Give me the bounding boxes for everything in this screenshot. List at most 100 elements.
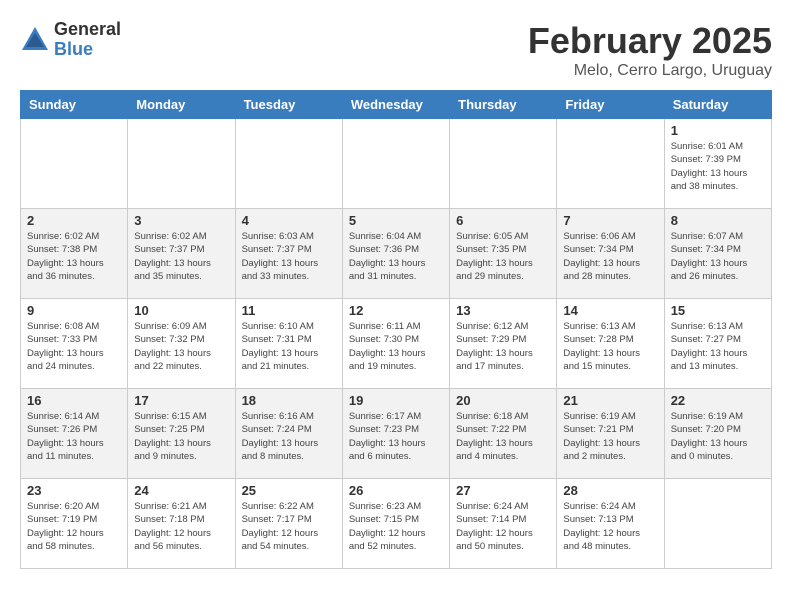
calendar-header-monday: Monday	[128, 91, 235, 119]
day-info: Sunrise: 6:11 AMSunset: 7:30 PMDaylight:…	[349, 320, 443, 373]
day-number: 12	[349, 303, 443, 318]
calendar-cell: 12 Sunrise: 6:11 AMSunset: 7:30 PMDayligh…	[342, 299, 449, 389]
calendar-week-row-2: 2Sunrise: 6:02 AMSunset: 7:38 PMDaylight…	[21, 209, 772, 299]
location-subtitle: Melo, Cerro Largo, Uruguay	[528, 62, 772, 80]
day-info: Sunrise: 6:13 AMSunset: 7:28 PMDaylight:…	[563, 320, 657, 373]
calendar-header-sunday: Sunday	[21, 91, 128, 119]
calendar-cell: 26 Sunrise: 6:23 AMSunset: 7:15 PMDayligh…	[342, 479, 449, 569]
calendar-week-row-1: 1 Sunrise: 6:01 AMSunset: 7:39 PMDaylight…	[21, 119, 772, 209]
month-title: February 2025	[528, 20, 772, 62]
logo-text: General Blue	[54, 20, 121, 60]
calendar-week-row-3: 9 Sunrise: 6:08 AMSunset: 7:33 PMDaylight…	[21, 299, 772, 389]
day-info: Sunrise: 6:21 AMSunset: 7:18 PMDaylight:…	[134, 500, 228, 553]
day-number: 1	[671, 123, 765, 138]
calendar-cell	[235, 119, 342, 209]
day-info: Sunrise: 6:18 AMSunset: 7:22 PMDaylight:…	[456, 410, 550, 463]
day-info: Sunrise: 6:01 AMSunset: 7:39 PMDaylight:…	[671, 140, 765, 193]
calendar-cell: 15 Sunrise: 6:13 AMSunset: 7:27 PMDayligh…	[664, 299, 771, 389]
calendar-cell: 14 Sunrise: 6:13 AMSunset: 7:28 PMDayligh…	[557, 299, 664, 389]
calendar-cell	[342, 119, 449, 209]
day-number: 22	[671, 393, 765, 408]
day-info: Sunrise: 6:08 AMSunset: 7:33 PMDaylight:…	[27, 320, 121, 373]
calendar-cell	[664, 479, 771, 569]
day-number: 27	[456, 483, 550, 498]
calendar-cell: 27 Sunrise: 6:24 AMSunset: 7:14 PMDayligh…	[450, 479, 557, 569]
day-info: Sunrise: 6:10 AMSunset: 7:31 PMDaylight:…	[242, 320, 336, 373]
logo-icon	[20, 25, 50, 55]
calendar-cell: 13 Sunrise: 6:12 AMSunset: 7:29 PMDayligh…	[450, 299, 557, 389]
calendar-cell	[450, 119, 557, 209]
calendar-cell: 21 Sunrise: 6:19 AMSunset: 7:21 PMDayligh…	[557, 389, 664, 479]
calendar-cell: 6 Sunrise: 6:05 AMSunset: 7:35 PMDaylight…	[450, 209, 557, 299]
calendar-cell: 16 Sunrise: 6:14 AMSunset: 7:26 PMDayligh…	[21, 389, 128, 479]
day-number: 11	[242, 303, 336, 318]
day-info: Sunrise: 6:16 AMSunset: 7:24 PMDaylight:…	[242, 410, 336, 463]
day-number: 9	[27, 303, 121, 318]
day-info: Sunrise: 6:19 AMSunset: 7:21 PMDaylight:…	[563, 410, 657, 463]
calendar-header-row: SundayMondayTuesdayWednesdayThursdayFrid…	[21, 91, 772, 119]
calendar-cell: 19 Sunrise: 6:17 AMSunset: 7:23 PMDayligh…	[342, 389, 449, 479]
day-info: Sunrise: 6:19 AMSunset: 7:20 PMDaylight:…	[671, 410, 765, 463]
calendar-header-wednesday: Wednesday	[342, 91, 449, 119]
calendar-cell: 11 Sunrise: 6:10 AMSunset: 7:31 PMDayligh…	[235, 299, 342, 389]
day-info: Sunrise: 6:13 AMSunset: 7:27 PMDaylight:…	[671, 320, 765, 373]
day-info: Sunrise: 6:06 AMSunset: 7:34 PMDaylight:…	[563, 230, 657, 283]
calendar-header-tuesday: Tuesday	[235, 91, 342, 119]
day-number: 16	[27, 393, 121, 408]
calendar-cell: 23 Sunrise: 6:20 AMSunset: 7:19 PMDayligh…	[21, 479, 128, 569]
day-number: 7	[563, 213, 657, 228]
day-info: Sunrise: 6:15 AMSunset: 7:25 PMDaylight:…	[134, 410, 228, 463]
calendar-cell	[21, 119, 128, 209]
day-number: 15	[671, 303, 765, 318]
calendar-cell: 25Sunrise: 6:22 AMSunset: 7:17 PMDayligh…	[235, 479, 342, 569]
logo: General Blue	[20, 20, 121, 60]
calendar-cell: 22 Sunrise: 6:19 AMSunset: 7:20 PMDayligh…	[664, 389, 771, 479]
day-number: 8	[671, 213, 765, 228]
day-number: 19	[349, 393, 443, 408]
calendar-cell: 28Sunrise: 6:24 AMSunset: 7:13 PMDayligh…	[557, 479, 664, 569]
day-info: Sunrise: 6:24 AMSunset: 7:14 PMDaylight:…	[456, 500, 550, 553]
day-number: 10	[134, 303, 228, 318]
day-number: 20	[456, 393, 550, 408]
calendar-header-friday: Friday	[557, 91, 664, 119]
day-number: 28	[563, 483, 657, 498]
day-info: Sunrise: 6:20 AMSunset: 7:19 PMDaylight:…	[27, 500, 121, 553]
day-info: Sunrise: 6:14 AMSunset: 7:26 PMDaylight:…	[27, 410, 121, 463]
day-number: 5	[349, 213, 443, 228]
day-number: 6	[456, 213, 550, 228]
day-number: 14	[563, 303, 657, 318]
calendar-cell	[128, 119, 235, 209]
day-info: Sunrise: 6:05 AMSunset: 7:35 PMDaylight:…	[456, 230, 550, 283]
day-number: 13	[456, 303, 550, 318]
calendar-cell: 5 Sunrise: 6:04 AMSunset: 7:36 PMDaylight…	[342, 209, 449, 299]
calendar-header-thursday: Thursday	[450, 91, 557, 119]
day-info: Sunrise: 6:07 AMSunset: 7:34 PMDaylight:…	[671, 230, 765, 283]
logo-blue-text: Blue	[54, 40, 121, 60]
calendar-cell: 10Sunrise: 6:09 AMSunset: 7:32 PMDayligh…	[128, 299, 235, 389]
calendar-cell: 8 Sunrise: 6:07 AMSunset: 7:34 PMDaylight…	[664, 209, 771, 299]
day-number: 21	[563, 393, 657, 408]
day-number: 23	[27, 483, 121, 498]
calendar-header-saturday: Saturday	[664, 91, 771, 119]
day-info: Sunrise: 6:02 AMSunset: 7:37 PMDaylight:…	[134, 230, 228, 283]
day-info: Sunrise: 6:17 AMSunset: 7:23 PMDaylight:…	[349, 410, 443, 463]
calendar-cell: 4 Sunrise: 6:03 AMSunset: 7:37 PMDaylight…	[235, 209, 342, 299]
day-number: 18	[242, 393, 336, 408]
day-number: 25	[242, 483, 336, 498]
day-info: Sunrise: 6:03 AMSunset: 7:37 PMDaylight:…	[242, 230, 336, 283]
day-info: Sunrise: 6:04 AMSunset: 7:36 PMDaylight:…	[349, 230, 443, 283]
day-number: 24	[134, 483, 228, 498]
header: General Blue February 2025 Melo, Cerro L…	[20, 20, 772, 80]
day-info: Sunrise: 6:02 AMSunset: 7:38 PMDaylight:…	[27, 230, 121, 283]
day-info: Sunrise: 6:23 AMSunset: 7:15 PMDaylight:…	[349, 500, 443, 553]
title-area: February 2025 Melo, Cerro Largo, Uruguay	[528, 20, 772, 80]
day-number: 4	[242, 213, 336, 228]
day-number: 26	[349, 483, 443, 498]
calendar-cell: 24 Sunrise: 6:21 AMSunset: 7:18 PMDayligh…	[128, 479, 235, 569]
calendar-cell: 1 Sunrise: 6:01 AMSunset: 7:39 PMDaylight…	[664, 119, 771, 209]
calendar-cell: 20 Sunrise: 6:18 AMSunset: 7:22 PMDayligh…	[450, 389, 557, 479]
calendar-cell: 18 Sunrise: 6:16 AMSunset: 7:24 PMDayligh…	[235, 389, 342, 479]
day-info: Sunrise: 6:12 AMSunset: 7:29 PMDaylight:…	[456, 320, 550, 373]
calendar-week-row-4: 16 Sunrise: 6:14 AMSunset: 7:26 PMDayligh…	[21, 389, 772, 479]
calendar-cell: 9 Sunrise: 6:08 AMSunset: 7:33 PMDaylight…	[21, 299, 128, 389]
